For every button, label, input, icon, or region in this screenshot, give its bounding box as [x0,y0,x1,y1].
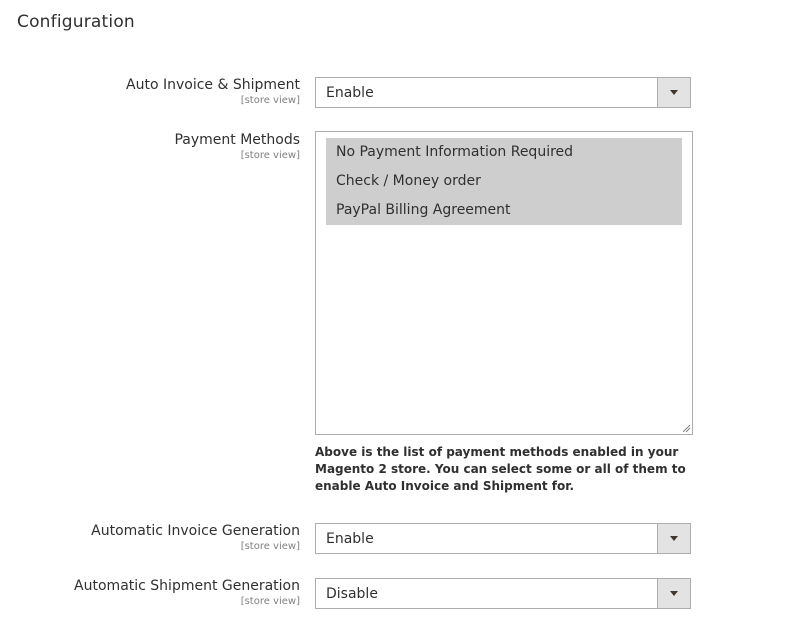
chevron-down-icon [670,591,678,596]
payment-method-option[interactable]: PayPal Billing Agreement [326,196,682,225]
payment-methods-options: No Payment Information Required Check / … [326,138,682,225]
payment-methods-multiselect[interactable]: No Payment Information Required Check / … [315,131,693,435]
automatic-shipment-generation-value: Disable [326,586,378,602]
automatic-shipment-generation-dropdown-button[interactable] [657,579,690,608]
automatic-invoice-generation-dropdown-button[interactable] [657,524,690,553]
payment-methods-label: Payment Methods [174,132,300,148]
automatic-invoice-generation-value: Enable [326,531,374,547]
resize-handle-icon[interactable] [682,424,691,433]
automatic-invoice-generation-scope: [store view] [240,541,300,552]
automatic-invoice-generation-select[interactable]: Enable [315,523,691,554]
auto-invoice-shipment-dropdown-button[interactable] [657,78,690,107]
auto-invoice-shipment-select[interactable]: Enable [315,77,691,108]
payment-method-option[interactable]: No Payment Information Required [326,138,682,167]
payment-method-option[interactable]: Check / Money order [326,167,682,196]
payment-methods-label-group: Payment Methods [store view] [174,132,300,162]
automatic-shipment-generation-select[interactable]: Disable [315,578,691,609]
automatic-shipment-generation-label: Automatic Shipment Generation [74,578,300,594]
auto-invoice-shipment-label: Auto Invoice & Shipment [126,77,300,93]
auto-invoice-shipment-scope: [store view] [240,95,300,106]
auto-invoice-shipment-label-group: Auto Invoice & Shipment [store view] [126,77,300,107]
payment-methods-note: Above is the list of payment methods ena… [315,445,686,493]
automatic-invoice-generation-label-group: Automatic Invoice Generation [store view… [91,523,300,553]
auto-invoice-shipment-value: Enable [326,85,374,101]
payment-methods-scope: [store view] [240,150,300,161]
chevron-down-icon [670,90,678,95]
automatic-shipment-generation-scope: [store view] [240,596,300,607]
automatic-shipment-generation-label-group: Automatic Shipment Generation [store vie… [74,578,300,608]
configuration-page: Configuration Auto Invoice & Shipment [s… [0,0,787,632]
section-title: Configuration [17,12,135,32]
automatic-invoice-generation-label: Automatic Invoice Generation [91,523,300,539]
chevron-down-icon [670,536,678,541]
